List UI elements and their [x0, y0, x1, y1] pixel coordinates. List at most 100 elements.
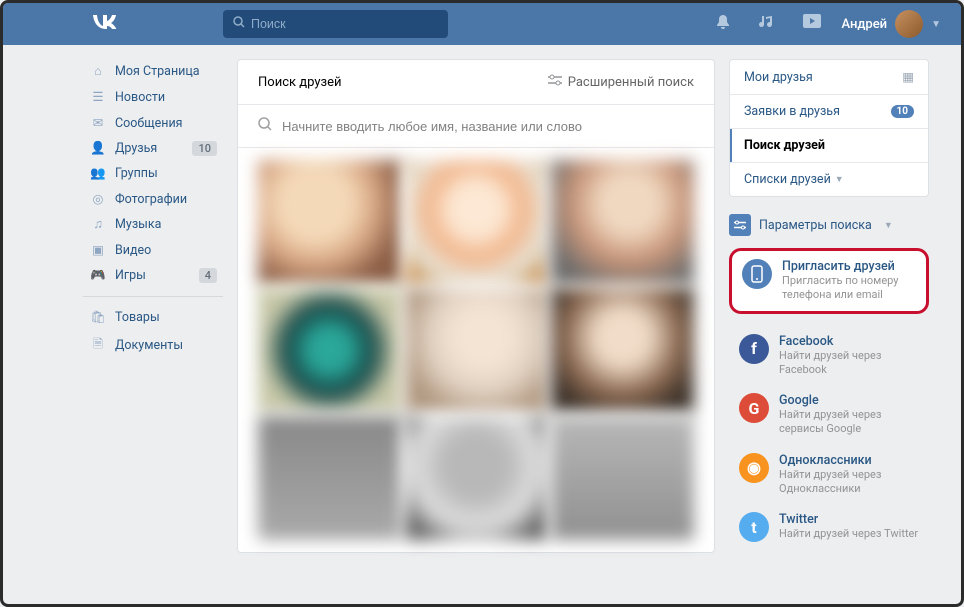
sidebar-item-friends[interactable]: 👤 Друзья 10: [83, 136, 223, 161]
chevron-down-icon: ▼: [835, 174, 844, 185]
main-panel: Поиск друзей Расширенный поиск: [237, 59, 715, 553]
invite-title: Пригласить друзей: [782, 259, 916, 274]
username: Андрей: [841, 17, 887, 32]
social-twitter[interactable]: t Twitter Найти друзей через Twitter: [729, 504, 929, 550]
results-grid: [238, 148, 714, 552]
docs-icon: 🗎: [89, 335, 107, 356]
sidebar-item-music[interactable]: ♫ Музыка: [83, 212, 223, 237]
nav-friend-lists[interactable]: Списки друзей ▼: [730, 163, 928, 196]
sidebar-label: Моя Страница: [115, 64, 200, 79]
social-title: Google: [779, 393, 919, 408]
groups-icon: 👥: [89, 166, 107, 181]
social-subtitle: Найти друзей через Twitter: [779, 527, 918, 541]
user-tile[interactable]: [405, 160, 548, 284]
sidebar-label: Группы: [115, 166, 158, 181]
sidebar-label: Фотографии: [115, 192, 187, 207]
right-column: Мои друзья ▦ Заявки в друзья10 Поиск друз…: [729, 59, 929, 553]
social-title: Facebook: [779, 334, 919, 349]
invite-subtitle: Пригласить по номеру телефона или email: [782, 274, 916, 303]
user-tile[interactable]: [258, 288, 401, 412]
sidebar-item-docs[interactable]: 🗎 Документы: [83, 330, 223, 361]
одноклассники-icon: ◉: [739, 453, 769, 483]
chevron-down-icon: ▼: [931, 19, 941, 30]
nav-my-friends[interactable]: Мои друзья ▦: [730, 60, 928, 95]
sidebar-item-messages[interactable]: ✉ Сообщения: [83, 110, 223, 136]
sidebar-label: Видео: [115, 243, 151, 258]
user-tile[interactable]: [405, 416, 548, 540]
social-facebook[interactable]: f Facebook Найти друзей через Facebook: [729, 326, 929, 386]
header: Андрей ▼: [3, 3, 961, 45]
nav-requests[interactable]: Заявки в друзья10: [730, 95, 928, 129]
market-icon: 🛍: [89, 310, 107, 325]
music-icon: ♫: [89, 217, 107, 232]
invite-friends-button[interactable]: Пригласить друзей Пригласить по номеру т…: [729, 248, 929, 314]
friend-search-input[interactable]: [282, 119, 694, 134]
sidebar-item-news[interactable]: ☰ Новости: [83, 84, 223, 110]
user-tile[interactable]: [551, 160, 694, 284]
sidebar-item-games[interactable]: 🎮 Игры 4: [83, 263, 223, 288]
search-icon: [258, 117, 272, 135]
home-icon: ⌂: [89, 64, 107, 79]
sidebar-item-market[interactable]: 🛍 Товары: [83, 305, 223, 330]
count-badge: 10: [891, 105, 914, 118]
notifications-icon[interactable]: [715, 14, 731, 34]
camera-icon: ◎: [89, 191, 107, 207]
badge: 10: [192, 141, 217, 156]
social-subtitle: Найти друзей через Facebook: [779, 349, 919, 378]
search-input[interactable]: [251, 17, 438, 31]
sliders-icon: [548, 74, 562, 90]
page-title: Поиск друзей: [258, 75, 341, 90]
music-icon[interactable]: [759, 14, 775, 34]
user-tile[interactable]: [405, 288, 548, 412]
sidebar-label: Документы: [115, 338, 183, 353]
search-icon: [233, 16, 245, 32]
extended-search-toggle[interactable]: Расширенный поиск: [548, 74, 694, 90]
message-icon: ✉: [89, 115, 107, 131]
sidebar-label: Товары: [115, 310, 160, 325]
google-icon: G: [739, 393, 769, 423]
vk-logo[interactable]: [91, 13, 119, 33]
games-icon: 🎮: [89, 268, 107, 283]
social-subtitle: Найти друзей через Одноклассники: [779, 468, 919, 497]
badge: 4: [199, 268, 217, 283]
user-tile[interactable]: [258, 160, 401, 284]
sidebar-label: Игры: [115, 268, 146, 283]
divider: [83, 296, 223, 297]
chevron-down-icon: ▼: [884, 220, 893, 231]
sliders-icon: [729, 214, 751, 236]
facebook-icon: f: [739, 334, 769, 364]
social-google[interactable]: G Google Найти друзей через сервисы Goog…: [729, 385, 929, 445]
extended-search-label: Расширенный поиск: [568, 75, 694, 90]
user-tile[interactable]: [551, 416, 694, 540]
sidebar-item-photos[interactable]: ◎ Фотографии: [83, 186, 223, 212]
sidebar-label: Друзья: [115, 141, 157, 156]
phone-icon: [742, 259, 772, 289]
social-одноклассники[interactable]: ◉ Одноклассники Найти друзей через Однок…: [729, 445, 929, 505]
sidebar-label: Сообщения: [115, 116, 183, 131]
sidebar-item-video[interactable]: ▣Видео: [83, 237, 223, 263]
nav-label: Списки друзей: [744, 172, 831, 187]
friends-icon: 👤: [89, 141, 107, 156]
news-icon: ☰: [89, 89, 107, 105]
social-title: Twitter: [779, 512, 918, 527]
avatar: [895, 10, 923, 38]
sidebar-item-mypage[interactable]: ⌂ Моя Страница: [83, 59, 223, 84]
video-icon[interactable]: [803, 14, 821, 34]
social-subtitle: Найти друзей через сервисы Google: [779, 408, 919, 437]
user-tile[interactable]: [258, 416, 401, 540]
sidebar-item-groups[interactable]: 👥 Группы: [83, 161, 223, 186]
nav-search-friends[interactable]: Поиск друзей: [730, 129, 928, 163]
sidebar-label: Музыка: [115, 217, 161, 232]
sidebar: ⌂ Моя Страница ☰ Новости ✉ Сообщения 👤 Друзь…: [83, 59, 223, 553]
social-title: Одноклассники: [779, 453, 919, 468]
user-tile[interactable]: [551, 288, 694, 412]
search-box[interactable]: [223, 10, 448, 38]
calendar-icon: ▦: [902, 69, 914, 85]
sidebar-label: Новости: [115, 90, 165, 105]
user-menu[interactable]: Андрей ▼: [841, 10, 941, 38]
params-label: Параметры поиска: [759, 218, 872, 233]
friends-nav-panel: Мои друзья ▦ Заявки в друзья10 Поиск друз…: [729, 59, 929, 197]
search-params-toggle[interactable]: Параметры поиска ▼: [729, 211, 929, 248]
nav-label: Поиск друзей: [744, 138, 825, 153]
nav-label: Мои друзья: [744, 70, 813, 85]
